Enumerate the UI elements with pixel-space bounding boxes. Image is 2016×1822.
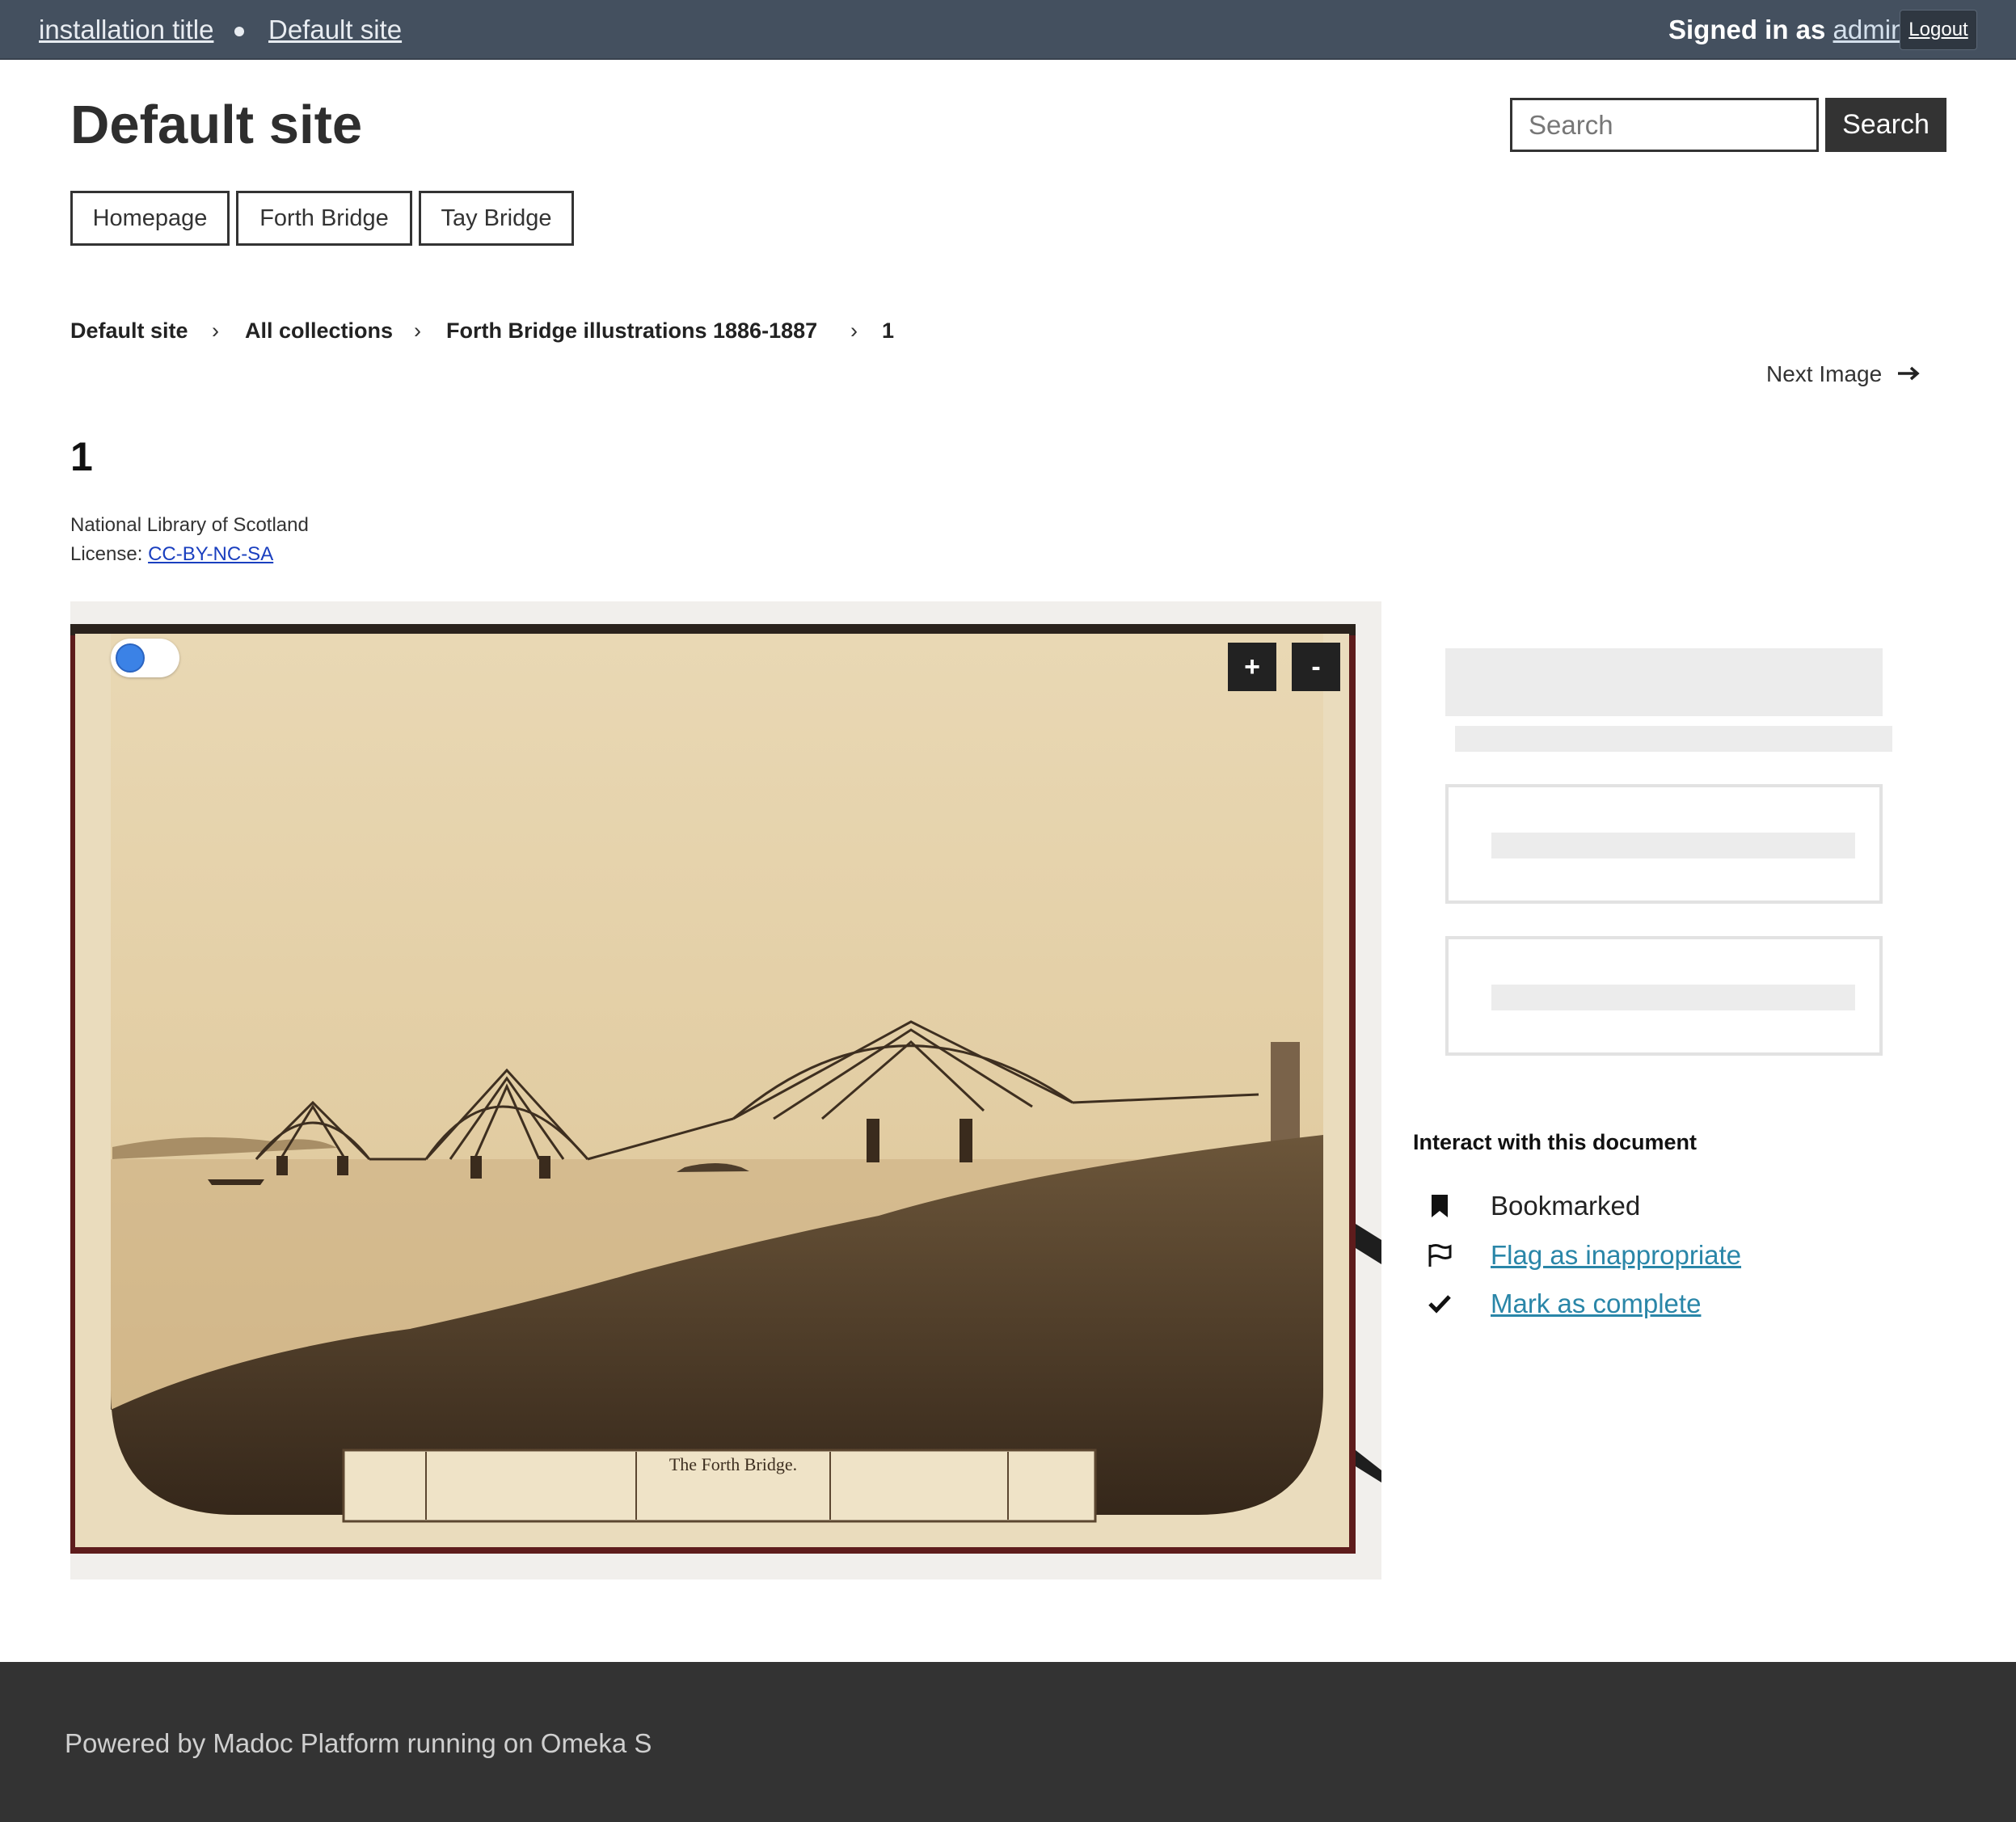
site-link[interactable]: Default site xyxy=(268,15,402,45)
next-image-link[interactable]: Next Image xyxy=(1766,361,1921,387)
forth-bridge-photo: The Forth Bridge. xyxy=(70,624,1381,1554)
search-input[interactable] xyxy=(1510,98,1819,152)
breadcrumb-item[interactable]: All collections xyxy=(245,318,393,344)
skeleton-card xyxy=(1445,784,1883,904)
toggle-knob xyxy=(116,643,145,673)
breadcrumb-separator: › xyxy=(414,318,421,343)
flag-label[interactable]: Flag as inappropriate xyxy=(1491,1240,1741,1271)
skeleton-line xyxy=(1491,985,1855,1010)
checkmark-icon xyxy=(1426,1290,1453,1318)
nav-homepage[interactable]: Homepage xyxy=(70,191,230,246)
license-line: License: CC-BY-NC-SA xyxy=(70,543,273,566)
footer-text: Powered by Madoc Platform running on Ome… xyxy=(65,1728,652,1758)
installation-title-link[interactable]: installation title xyxy=(39,15,213,45)
breadcrumb-item[interactable]: Default site xyxy=(70,318,188,344)
zoom-out-button[interactable]: - xyxy=(1292,643,1340,691)
mark-complete-link[interactable]: Mark as complete xyxy=(1426,1288,1701,1320)
complete-label[interactable]: Mark as complete xyxy=(1491,1288,1701,1319)
footer: Powered by Madoc Platform running on Ome… xyxy=(0,1662,2016,1822)
flag-icon xyxy=(1426,1242,1453,1269)
bookmarked-label: Bookmarked xyxy=(1491,1191,1641,1221)
breadcrumb-separator: › xyxy=(850,318,858,343)
nav-forth-bridge[interactable]: Forth Bridge xyxy=(236,191,412,246)
attribution-text: National Library of Scotland xyxy=(70,514,309,536)
separator-dot xyxy=(234,27,244,36)
logout-button[interactable]: Logout xyxy=(1900,10,1977,50)
signed-in-text: Signed in as admin xyxy=(1668,15,1905,45)
user-link[interactable]: admin xyxy=(1833,15,1906,44)
flag-inappropriate-link[interactable]: Flag as inappropriate xyxy=(1426,1239,1741,1272)
bookmarked-status[interactable]: Bookmarked xyxy=(1426,1190,1640,1222)
license-link[interactable]: CC-BY-NC-SA xyxy=(148,543,273,565)
search-button[interactable]: Search xyxy=(1825,98,1946,152)
zoom-in-button[interactable]: + xyxy=(1228,643,1276,691)
document-title: 1 xyxy=(70,434,93,479)
interact-heading: Interact with this document xyxy=(1413,1130,1698,1154)
skeleton-card xyxy=(1445,936,1883,1056)
signed-in-label: Signed in as xyxy=(1668,15,1833,44)
breadcrumb-separator: › xyxy=(212,318,219,343)
skeleton-line xyxy=(1491,833,1855,858)
photo-caption: The Forth Bridge. xyxy=(669,1454,797,1474)
admin-bar: installation title Default site Signed i… xyxy=(0,0,2016,60)
skeleton-block xyxy=(1445,648,1883,716)
annotation-toggle[interactable] xyxy=(111,639,179,677)
arrow-right-icon xyxy=(1896,361,1921,387)
license-label: License: xyxy=(70,543,149,565)
next-image-label: Next Image xyxy=(1766,361,1883,386)
nav-tay-bridge[interactable]: Tay Bridge xyxy=(419,191,574,246)
image-viewer[interactable]: The Forth Bridge. + - xyxy=(70,601,1381,1579)
breadcrumb-item[interactable]: Forth Bridge illustrations 1886-1887 xyxy=(446,318,817,344)
bookmark-icon xyxy=(1426,1192,1453,1220)
breadcrumb-current: 1 xyxy=(882,318,895,343)
skeleton-line xyxy=(1455,726,1892,752)
site-title: Default site xyxy=(70,95,363,155)
